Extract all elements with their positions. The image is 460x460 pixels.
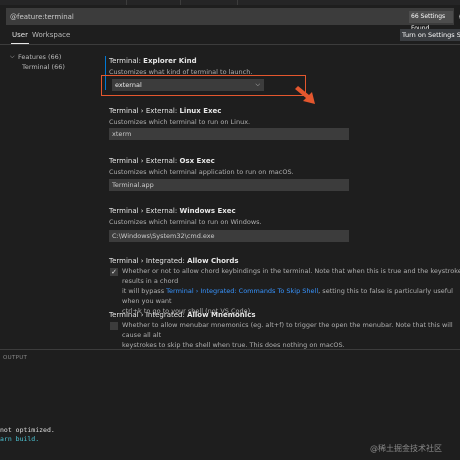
description-line: Whether or not to allow chord keybinding… bbox=[122, 267, 460, 285]
settings-found-count: 66 Settings Found bbox=[409, 11, 453, 32]
setting-title: Terminal › External: Osx Exec bbox=[109, 157, 215, 165]
setting-explorer-kind: Terminal: Explorer Kind Customizes what … bbox=[109, 57, 459, 91]
settings-search-input[interactable] bbox=[10, 10, 390, 23]
setting-title: Terminal › Integrated: Allow Mnemonics bbox=[109, 311, 256, 319]
setting-description: Whether or not to allow chord keybinding… bbox=[122, 266, 460, 316]
toc-item-terminal[interactable]: Terminal (66) bbox=[22, 63, 65, 71]
scope-tabs: User Workspace bbox=[0, 28, 460, 44]
setting-description: Customizes which terminal to run on Wind… bbox=[109, 218, 262, 226]
setting-description: Customizes which terminal to run on Linu… bbox=[109, 118, 251, 126]
output-panel-title[interactable]: OUTPUT bbox=[3, 355, 27, 361]
description-line: it will bypass Terminal › Integrated: Co… bbox=[122, 287, 453, 305]
strip-divider bbox=[126, 0, 127, 5]
highlight-annotation-box bbox=[101, 75, 306, 96]
tab-user[interactable]: User bbox=[11, 28, 29, 44]
linux-exec-input[interactable]: xterm bbox=[109, 128, 349, 140]
turn-on-settings-sync-button[interactable]: Turn on Settings Sync bbox=[400, 29, 460, 41]
setting-osx-exec: Terminal › External: Osx Exec Customizes… bbox=[109, 157, 459, 191]
windows-exec-input[interactable]: C:\Windows\System32\cmd.exe bbox=[109, 230, 349, 242]
setting-description: Whether to allow menubar mnemonics (eg. … bbox=[122, 320, 460, 350]
setting-title: Terminal › External: Linux Exec bbox=[109, 107, 222, 115]
chevron-down-icon[interactable]: ⌵ bbox=[10, 53, 15, 61]
setting-description: Customizes which terminal application to… bbox=[109, 168, 294, 176]
annotation-arrow bbox=[295, 86, 315, 104]
commands-to-skip-shell-link[interactable]: Terminal › Integrated: Commands To Skip … bbox=[166, 287, 318, 295]
setting-allow-mnemonics: Terminal › Integrated: Allow Mnemonics W… bbox=[109, 311, 459, 349]
allow-chords-checkbox[interactable]: ✓ bbox=[110, 268, 118, 276]
setting-title: Terminal › Integrated: Allow Chords bbox=[109, 257, 239, 265]
strip-divider bbox=[180, 0, 181, 5]
checkmark-icon: ✓ bbox=[111, 268, 117, 276]
setting-linux-exec: Terminal › External: Linux Exec Customiz… bbox=[109, 107, 459, 140]
description-line: Whether to allow menubar mnemonics (eg. … bbox=[122, 321, 453, 339]
setting-windows-exec: Terminal › External: Windows Exec Custom… bbox=[109, 207, 459, 242]
allow-mnemonics-checkbox[interactable] bbox=[110, 322, 118, 330]
setting-title: Terminal: Explorer Kind bbox=[109, 57, 197, 65]
settings-search-box: 66 Settings Found ≡ bbox=[6, 8, 460, 32]
toc-item-features[interactable]: Features (66) bbox=[18, 53, 61, 61]
output-line: arn build. bbox=[0, 435, 40, 443]
setting-title: Terminal › External: Windows Exec bbox=[109, 207, 236, 215]
strip-divider bbox=[237, 0, 238, 5]
osx-exec-input[interactable]: Terminal.app bbox=[109, 179, 349, 191]
title-strip bbox=[0, 0, 460, 5]
output-line: not optimized. bbox=[0, 426, 55, 434]
tabs-divider bbox=[0, 44, 460, 45]
watermark: @稀土掘金技术社区 bbox=[370, 444, 442, 453]
setting-allow-chords: Terminal › Integrated: Allow Chords ✓ Wh… bbox=[109, 257, 460, 315]
panel-divider bbox=[0, 349, 460, 350]
tab-workspace[interactable]: Workspace bbox=[32, 28, 70, 43]
